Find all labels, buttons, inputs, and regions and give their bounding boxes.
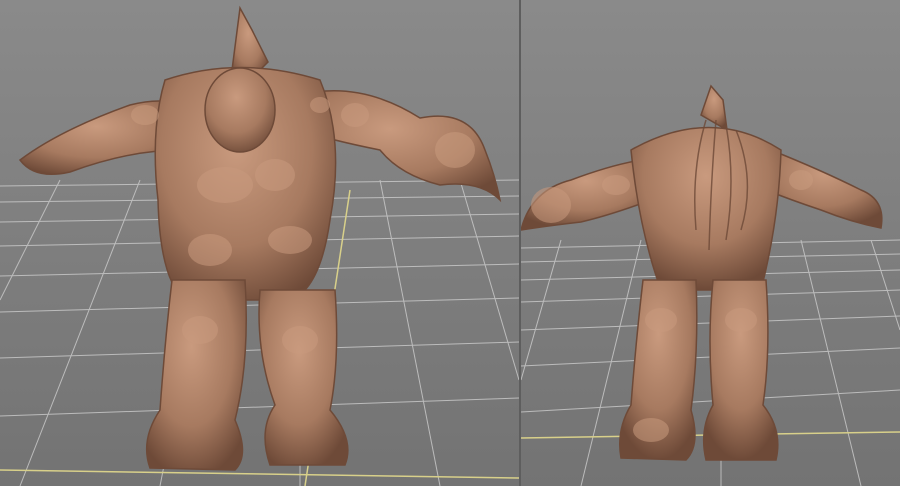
back-scene [521,84,900,486]
creature-back [521,84,883,461]
sculpt-viewer [0,0,900,486]
axis-line [0,469,519,479]
front-viewport[interactable] [0,0,519,486]
front-scene [0,5,519,486]
back-viewport[interactable] [521,0,900,486]
